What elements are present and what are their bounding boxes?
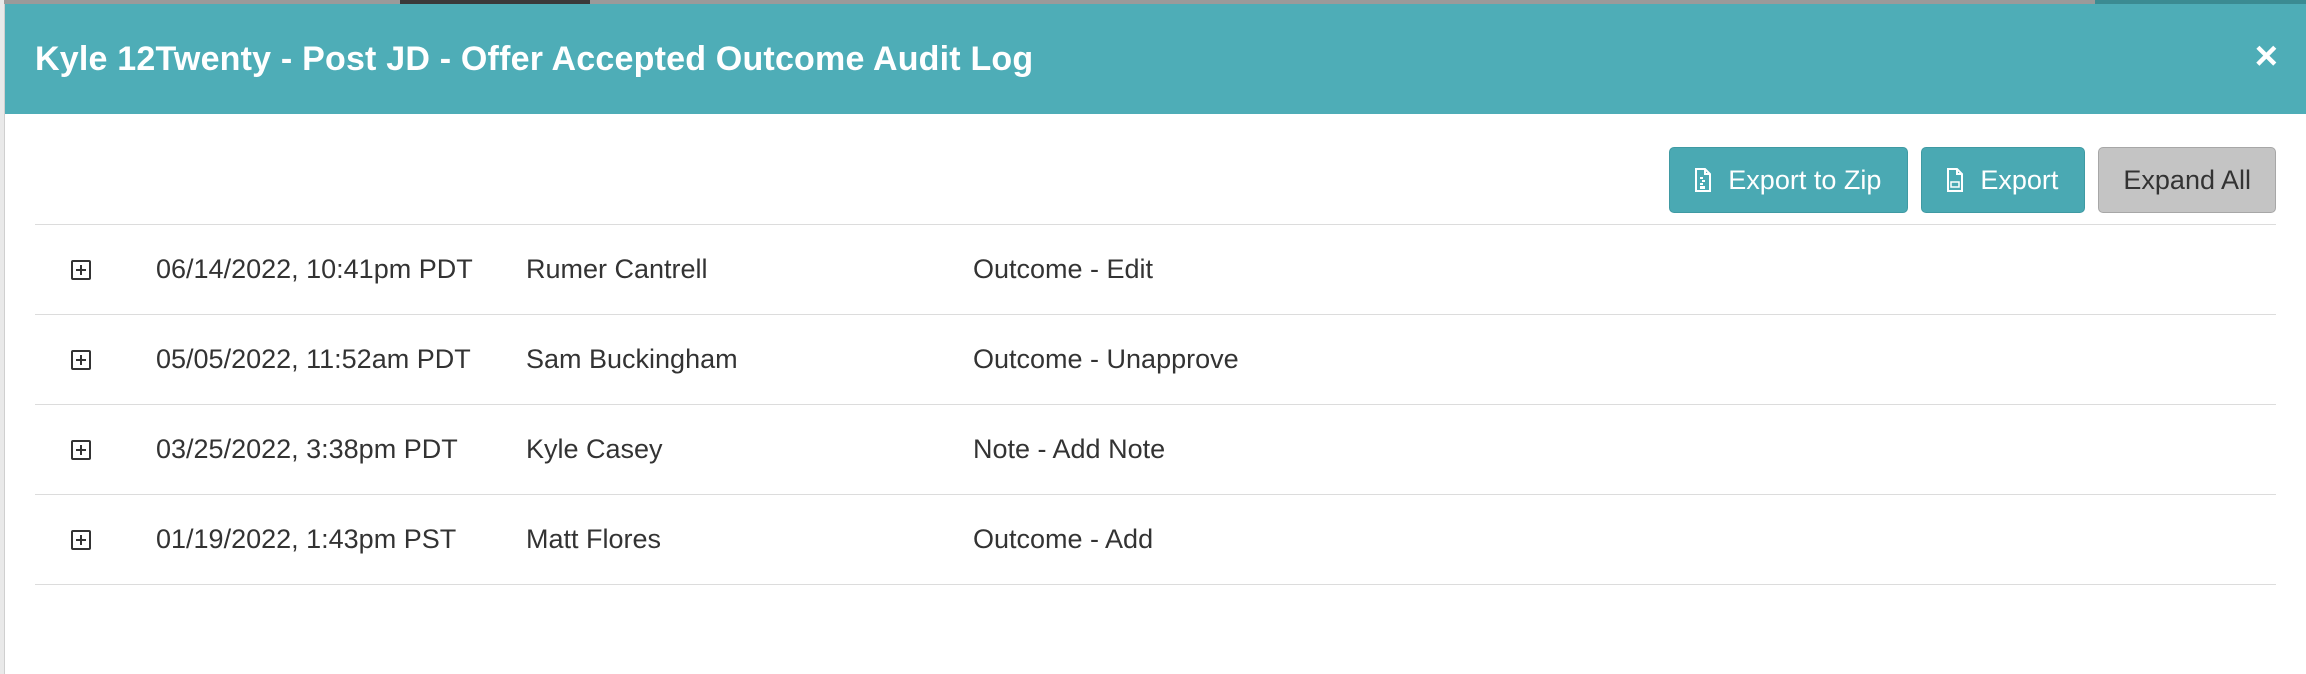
row-user: Matt Flores	[526, 524, 662, 554]
audit-log-table: 06/14/2022, 10:41pm PDT Rumer Cantrell O…	[35, 224, 2276, 585]
export-to-zip-label: Export to Zip	[1728, 164, 1882, 195]
row-user: Kyle Casey	[526, 434, 663, 464]
row-timestamp: 03/25/2022, 3:38pm PDT	[156, 434, 458, 464]
expand-row-icon[interactable]	[71, 529, 91, 550]
modal-title: Kyle 12Twenty - Post JD - Offer Accepted…	[35, 39, 1034, 78]
expand-row-icon[interactable]	[71, 259, 91, 280]
export-button[interactable]: Export	[1921, 147, 2086, 213]
table-row: 03/25/2022, 3:38pm PDT Kyle Casey Note -…	[35, 405, 2276, 495]
export-to-zip-button[interactable]: Export to Zip	[1669, 147, 1909, 213]
expand-row-icon[interactable]	[71, 439, 91, 460]
row-action: Outcome - Add	[973, 524, 1154, 554]
expand-all-button[interactable]: Expand All	[2098, 147, 2276, 213]
table-row: 01/19/2022, 1:43pm PST Matt Flores Outco…	[35, 495, 2276, 585]
row-user: Sam Buckingham	[526, 344, 738, 374]
row-user: Rumer Cantrell	[526, 254, 708, 284]
toolbar: Export to Zip Export Expand All	[35, 114, 2276, 224]
row-action: Note - Add Note	[973, 434, 1166, 464]
row-timestamp: 06/14/2022, 10:41pm PDT	[156, 254, 473, 284]
expand-row-icon[interactable]	[71, 349, 91, 370]
row-timestamp: 05/05/2022, 11:52am PDT	[156, 344, 471, 374]
modal-header: Kyle 12Twenty - Post JD - Offer Accepted…	[5, 4, 2306, 114]
table-row: 05/05/2022, 11:52am PDT Sam Buckingham O…	[35, 315, 2276, 405]
row-action: Outcome - Unapprove	[973, 344, 1239, 374]
export-label: Export	[1980, 164, 2059, 195]
audit-log-modal: Kyle 12Twenty - Post JD - Offer Accepted…	[4, 4, 2306, 674]
zip-file-icon	[1695, 168, 1712, 192]
modal-body: Export to Zip Export Expand All 06/14/20…	[5, 114, 2306, 585]
table-row: 06/14/2022, 10:41pm PDT Rumer Cantrell O…	[35, 225, 2276, 315]
row-timestamp: 01/19/2022, 1:43pm PST	[156, 524, 457, 554]
csv-file-icon	[1947, 168, 1964, 192]
close-icon[interactable]: ×	[2255, 36, 2278, 76]
row-action: Outcome - Edit	[973, 254, 1154, 284]
